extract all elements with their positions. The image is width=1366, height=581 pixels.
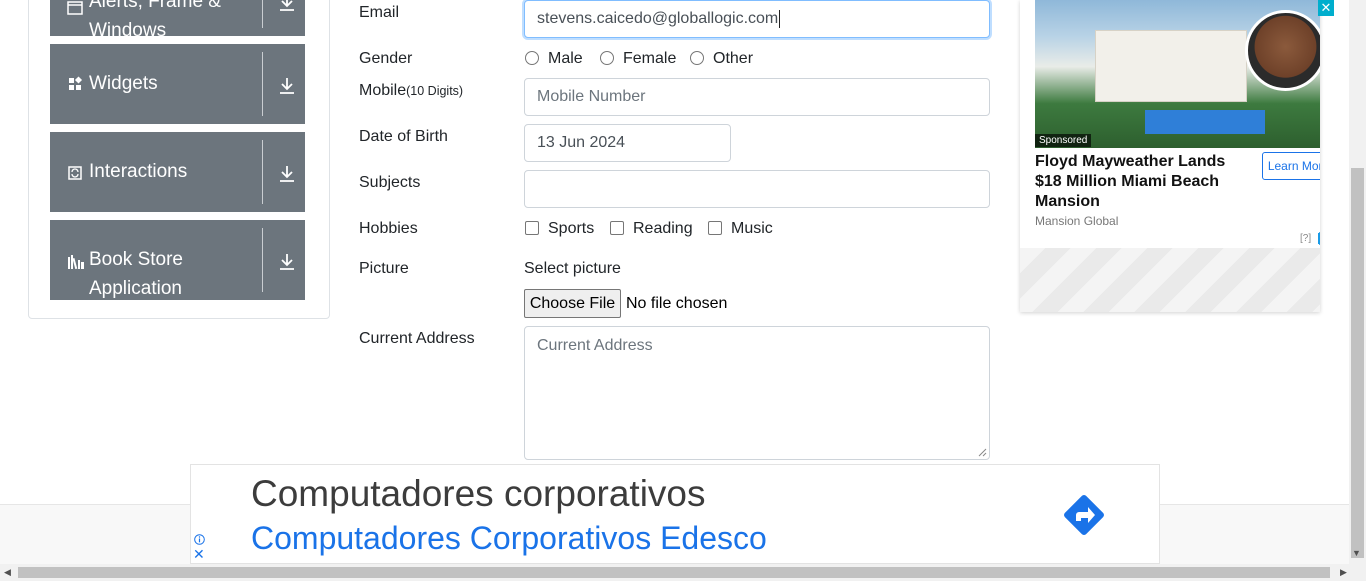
interactions-icon: [67, 165, 83, 181]
email-field[interactable]: stevens.caicedo@globallogic.com: [524, 0, 990, 38]
ad-title[interactable]: Computadores corporativos: [251, 473, 706, 515]
dob-value: 13 Jun 2024: [537, 134, 626, 151]
select-picture-text: Select picture: [524, 260, 621, 277]
pool-shape: [1145, 110, 1265, 134]
address-placeholder: Current Address: [537, 337, 653, 354]
sponsored-ad[interactable]: Sponsored Floyd Mayweather Lands $18 Mil…: [1020, 0, 1320, 312]
download-icon[interactable]: [276, 251, 298, 273]
group-label: Widgets: [89, 73, 158, 94]
ad-source: Mansion Global: [1035, 214, 1119, 228]
hobbies-label: Hobbies: [359, 220, 418, 237]
hobby-checkbox-music[interactable]: [708, 221, 722, 235]
divider: [262, 228, 263, 292]
hobby-option-sports[interactable]: Sports: [548, 220, 594, 238]
download-icon[interactable]: [276, 163, 298, 185]
hobby-checkbox-reading[interactable]: [610, 221, 624, 235]
mobile-label-text: Mobile: [359, 82, 407, 99]
gender-radio-male[interactable]: [525, 51, 539, 65]
group-label-line2: Application: [89, 278, 182, 299]
scroll-down-arrow-icon[interactable]: ▼: [1352, 548, 1361, 558]
gender-label: Gender: [359, 50, 413, 67]
email-value: stevens.caicedo@globallogic.com: [537, 10, 779, 27]
gender-option-male[interactable]: Male: [548, 50, 583, 68]
ad-close-button[interactable]: ✕: [1318, 0, 1334, 16]
gender-option-female[interactable]: Female: [623, 50, 676, 68]
portrait-circle: [1245, 10, 1320, 91]
group-book-store-application[interactable]: Book Store Application: [50, 220, 305, 300]
gender-option-other[interactable]: Other: [713, 50, 753, 68]
text-cursor: [779, 10, 781, 28]
ad-help[interactable]: [?]: [1300, 233, 1311, 244]
download-icon[interactable]: [276, 75, 298, 97]
vertical-scrollbar[interactable]: ▼: [1349, 0, 1366, 564]
divider: [262, 52, 263, 116]
scroll-right-arrow-icon[interactable]: ▶: [1340, 567, 1347, 578]
scroll-left-arrow-icon[interactable]: ◀: [4, 567, 11, 578]
hobby-checkbox-sports[interactable]: [525, 221, 539, 235]
horizontal-scroll-thumb[interactable]: [18, 567, 1330, 578]
widgets-icon: [67, 76, 83, 92]
ad-close-icon[interactable]: ✕: [193, 547, 205, 561]
group-alerts-frame-windows[interactable]: Alerts, Frame & Windows: [50, 0, 305, 41]
mobile-label-note: (10 Digits): [406, 84, 464, 98]
dob-label: Date of Birth: [359, 128, 448, 145]
download-icon[interactable]: [276, 0, 298, 14]
hobby-option-reading[interactable]: Reading: [633, 220, 693, 238]
mobile-label: Mobile(10 Digits): [359, 82, 463, 100]
divider: [262, 0, 263, 28]
window-icon: [67, 0, 83, 16]
group-widgets[interactable]: Widgets: [50, 44, 305, 124]
bookstore-icon: [67, 254, 84, 270]
info-icon[interactable]: [194, 532, 205, 545]
group-label: Alerts, Frame &: [89, 0, 221, 12]
gender-radio-other[interactable]: [690, 51, 704, 65]
current-address-label: Current Address: [359, 330, 475, 347]
group-label: Book Store: [89, 249, 183, 270]
current-address-textarea[interactable]: Current Address: [524, 326, 990, 460]
mobile-number-field[interactable]: Mobile Number: [524, 78, 990, 116]
group-label-line2: Windows: [89, 20, 167, 41]
learn-more-button[interactable]: Learn More: [1262, 152, 1320, 180]
ad-subtitle[interactable]: Computadores Corporativos Edesco: [251, 520, 767, 557]
resize-handle-icon[interactable]: [977, 447, 987, 457]
hobby-option-music[interactable]: Music: [731, 220, 773, 238]
ad-image[interactable]: [1035, 0, 1320, 148]
picture-label: Picture: [359, 260, 409, 277]
date-of-birth-input[interactable]: 13 Jun 2024: [524, 124, 731, 162]
bottom-banner-ad[interactable]: Computadores corporativos Computadores C…: [190, 464, 1160, 564]
group-label: Interactions: [89, 161, 188, 182]
group-interactions[interactable]: Interactions: [50, 132, 305, 212]
subjects-label: Subjects: [359, 174, 421, 191]
mobile-placeholder: Mobile Number: [537, 88, 646, 105]
file-status: No file chosen: [626, 295, 728, 312]
gender-radio-female[interactable]: [600, 51, 614, 65]
choose-file-button[interactable]: Choose File: [524, 289, 621, 318]
mansion-shape: [1095, 30, 1247, 102]
horizontal-scrollbar[interactable]: ◀ ▶: [0, 564, 1366, 581]
subjects-input[interactable]: [524, 170, 990, 208]
email-label: Email: [359, 4, 400, 21]
ad-background-pattern: [1020, 248, 1320, 312]
divider: [262, 140, 263, 204]
directions-icon[interactable]: [1059, 490, 1109, 540]
ad-headline[interactable]: Floyd Mayweather Lands $18 Million Miami…: [1035, 152, 1240, 212]
sponsored-label: Sponsored: [1035, 134, 1092, 147]
vertical-scroll-thumb[interactable]: [1351, 168, 1364, 558]
